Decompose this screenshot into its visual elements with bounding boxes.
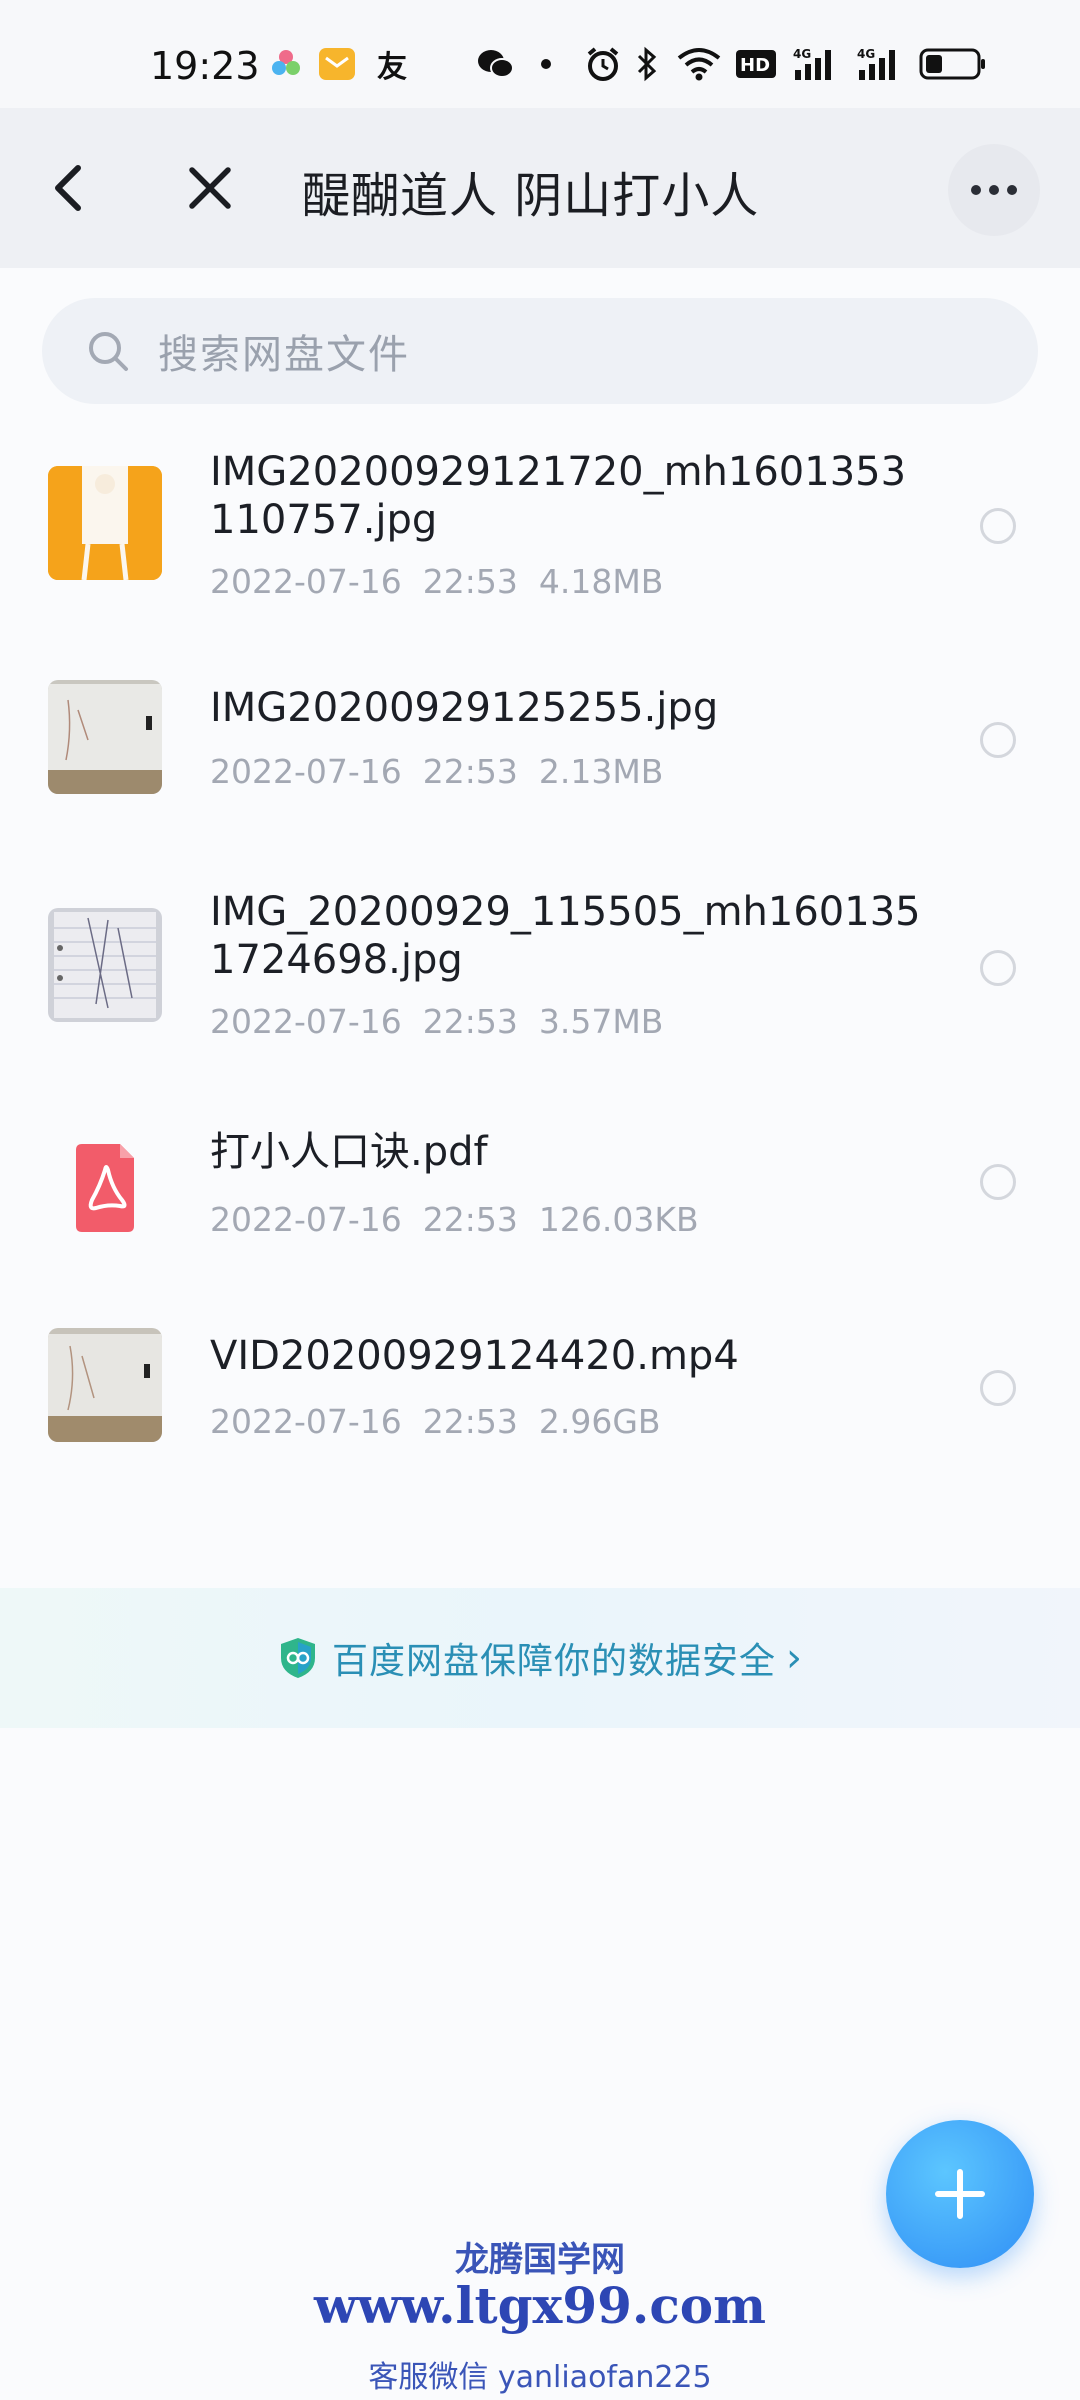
file-thumbnail xyxy=(48,1328,162,1442)
wechat-icon xyxy=(476,46,516,82)
mail-app-icon xyxy=(318,46,356,82)
file-name: IMG_20200929_115505_mh1601351724698.jpg xyxy=(210,889,921,983)
pdf-file-icon xyxy=(76,1144,134,1232)
file-name: IMG20200929121720_mh1601353110757.jpg xyxy=(210,449,907,543)
security-banner[interactable]: 百度网盘保障你的数据安全 › xyxy=(0,1588,1080,1728)
more-dots-icon xyxy=(967,185,1021,195)
bluetooth-icon xyxy=(634,46,660,82)
shield-icon xyxy=(280,1638,315,1678)
image-thumbnail-icon xyxy=(48,466,162,580)
hd-icon: HD xyxy=(734,46,778,82)
status-bar: 19:23 友 HD 4G 4G xyxy=(0,0,1080,108)
file-time: 22:53 xyxy=(422,1402,518,1441)
watermark-title: 龙腾国学网 xyxy=(455,2240,625,2280)
file-list-item[interactable]: IMG20200929121720_mh1601353110757.jpg 20… xyxy=(0,440,1080,610)
search-input[interactable]: 搜索网盘文件 xyxy=(158,322,410,380)
search-icon xyxy=(89,332,128,371)
file-meta: 2022-07-16 22:53 2.13MB xyxy=(210,752,663,791)
file-thumbnail xyxy=(48,466,162,580)
file-size: 3.57MB xyxy=(538,1002,664,1041)
watermark-contact: 客服微信 yanliaofan225 xyxy=(368,2360,712,2395)
flower-app-icon xyxy=(268,46,304,82)
signal-4g-icon: 4G xyxy=(792,46,840,82)
file-thumbnail xyxy=(48,908,162,1022)
file-time: 22:53 xyxy=(422,752,518,791)
select-radio[interactable] xyxy=(980,508,1016,544)
file-name: IMG20200929125255.jpg xyxy=(210,685,719,731)
file-date: 2022-07-16 xyxy=(210,1200,402,1239)
svg-text:HD: HD xyxy=(740,55,770,76)
file-date: 2022-07-16 xyxy=(210,562,402,601)
file-date: 2022-07-16 xyxy=(210,1402,402,1441)
battery-icon xyxy=(918,46,988,82)
file-meta: 2022-07-16 22:53 4.18MB xyxy=(210,562,663,601)
chevron-right-icon: › xyxy=(786,1635,802,1681)
banner-text: 百度网盘保障你的数据安全 xyxy=(331,1641,776,1682)
svg-text:4G: 4G xyxy=(793,47,811,61)
file-list-item[interactable]: 打小人口诀.pdf 2022-07-16 22:53 126.03KB xyxy=(0,1110,1080,1260)
file-size: 126.03KB xyxy=(538,1200,699,1239)
file-meta: 2022-07-16 22:53 126.03KB xyxy=(210,1200,699,1239)
file-size: 2.13MB xyxy=(538,752,664,791)
file-name: VID20200929124420.mp4 xyxy=(210,1333,739,1379)
file-list-item[interactable]: VID20200929124420.mp4 2022-07-16 22:53 2… xyxy=(0,1310,1080,1460)
file-thumbnail xyxy=(48,1130,162,1244)
file-meta: 2022-07-16 22:53 3.57MB xyxy=(210,1002,663,1041)
file-date: 2022-07-16 xyxy=(210,752,402,791)
close-button[interactable] xyxy=(178,156,242,220)
friend-app-icon: 友 xyxy=(377,50,407,85)
file-time: 22:53 xyxy=(422,562,518,601)
file-list-item[interactable]: IMG20200929125255.jpg 2022-07-16 22:53 2… xyxy=(0,660,1080,810)
alarm-icon xyxy=(584,46,622,82)
file-name: 打小人口诀.pdf xyxy=(210,1129,488,1175)
chevron-left-icon xyxy=(55,165,81,211)
status-time: 19:23 xyxy=(150,44,260,88)
image-thumbnail-icon xyxy=(48,908,162,1022)
image-thumbnail-icon xyxy=(48,680,162,794)
search-bar[interactable]: 搜索网盘文件 xyxy=(42,298,1038,404)
file-date: 2022-07-16 xyxy=(210,1002,402,1041)
file-meta: 2022-07-16 22:53 2.96GB xyxy=(210,1402,661,1441)
wifi-icon xyxy=(676,46,722,82)
watermark-url: www.ltgx99.com xyxy=(313,2276,767,2335)
page-title: 醍醐道人 阴山打小人 xyxy=(302,168,760,224)
video-thumbnail-icon xyxy=(48,1328,162,1442)
file-time: 22:53 xyxy=(422,1002,518,1041)
more-options-button[interactable] xyxy=(948,144,1040,236)
file-size: 4.18MB xyxy=(538,562,664,601)
select-radio[interactable] xyxy=(980,722,1016,758)
select-radio[interactable] xyxy=(980,1370,1016,1406)
file-list-item[interactable]: IMG_20200929_115505_mh1601351724698.jpg … xyxy=(0,880,1080,1060)
signal-4g-icon: 4G xyxy=(856,46,904,82)
plus-icon xyxy=(935,2169,985,2219)
back-button[interactable] xyxy=(42,156,102,220)
file-time: 22:53 xyxy=(422,1200,518,1239)
dot-icon xyxy=(538,46,554,82)
select-radio[interactable] xyxy=(980,950,1016,986)
header: 醍醐道人 阴山打小人 xyxy=(0,108,1080,268)
file-thumbnail xyxy=(48,680,162,794)
close-icon xyxy=(189,167,231,209)
file-size: 2.96GB xyxy=(538,1402,661,1441)
svg-text:4G: 4G xyxy=(857,47,875,61)
select-radio[interactable] xyxy=(980,1164,1016,1200)
